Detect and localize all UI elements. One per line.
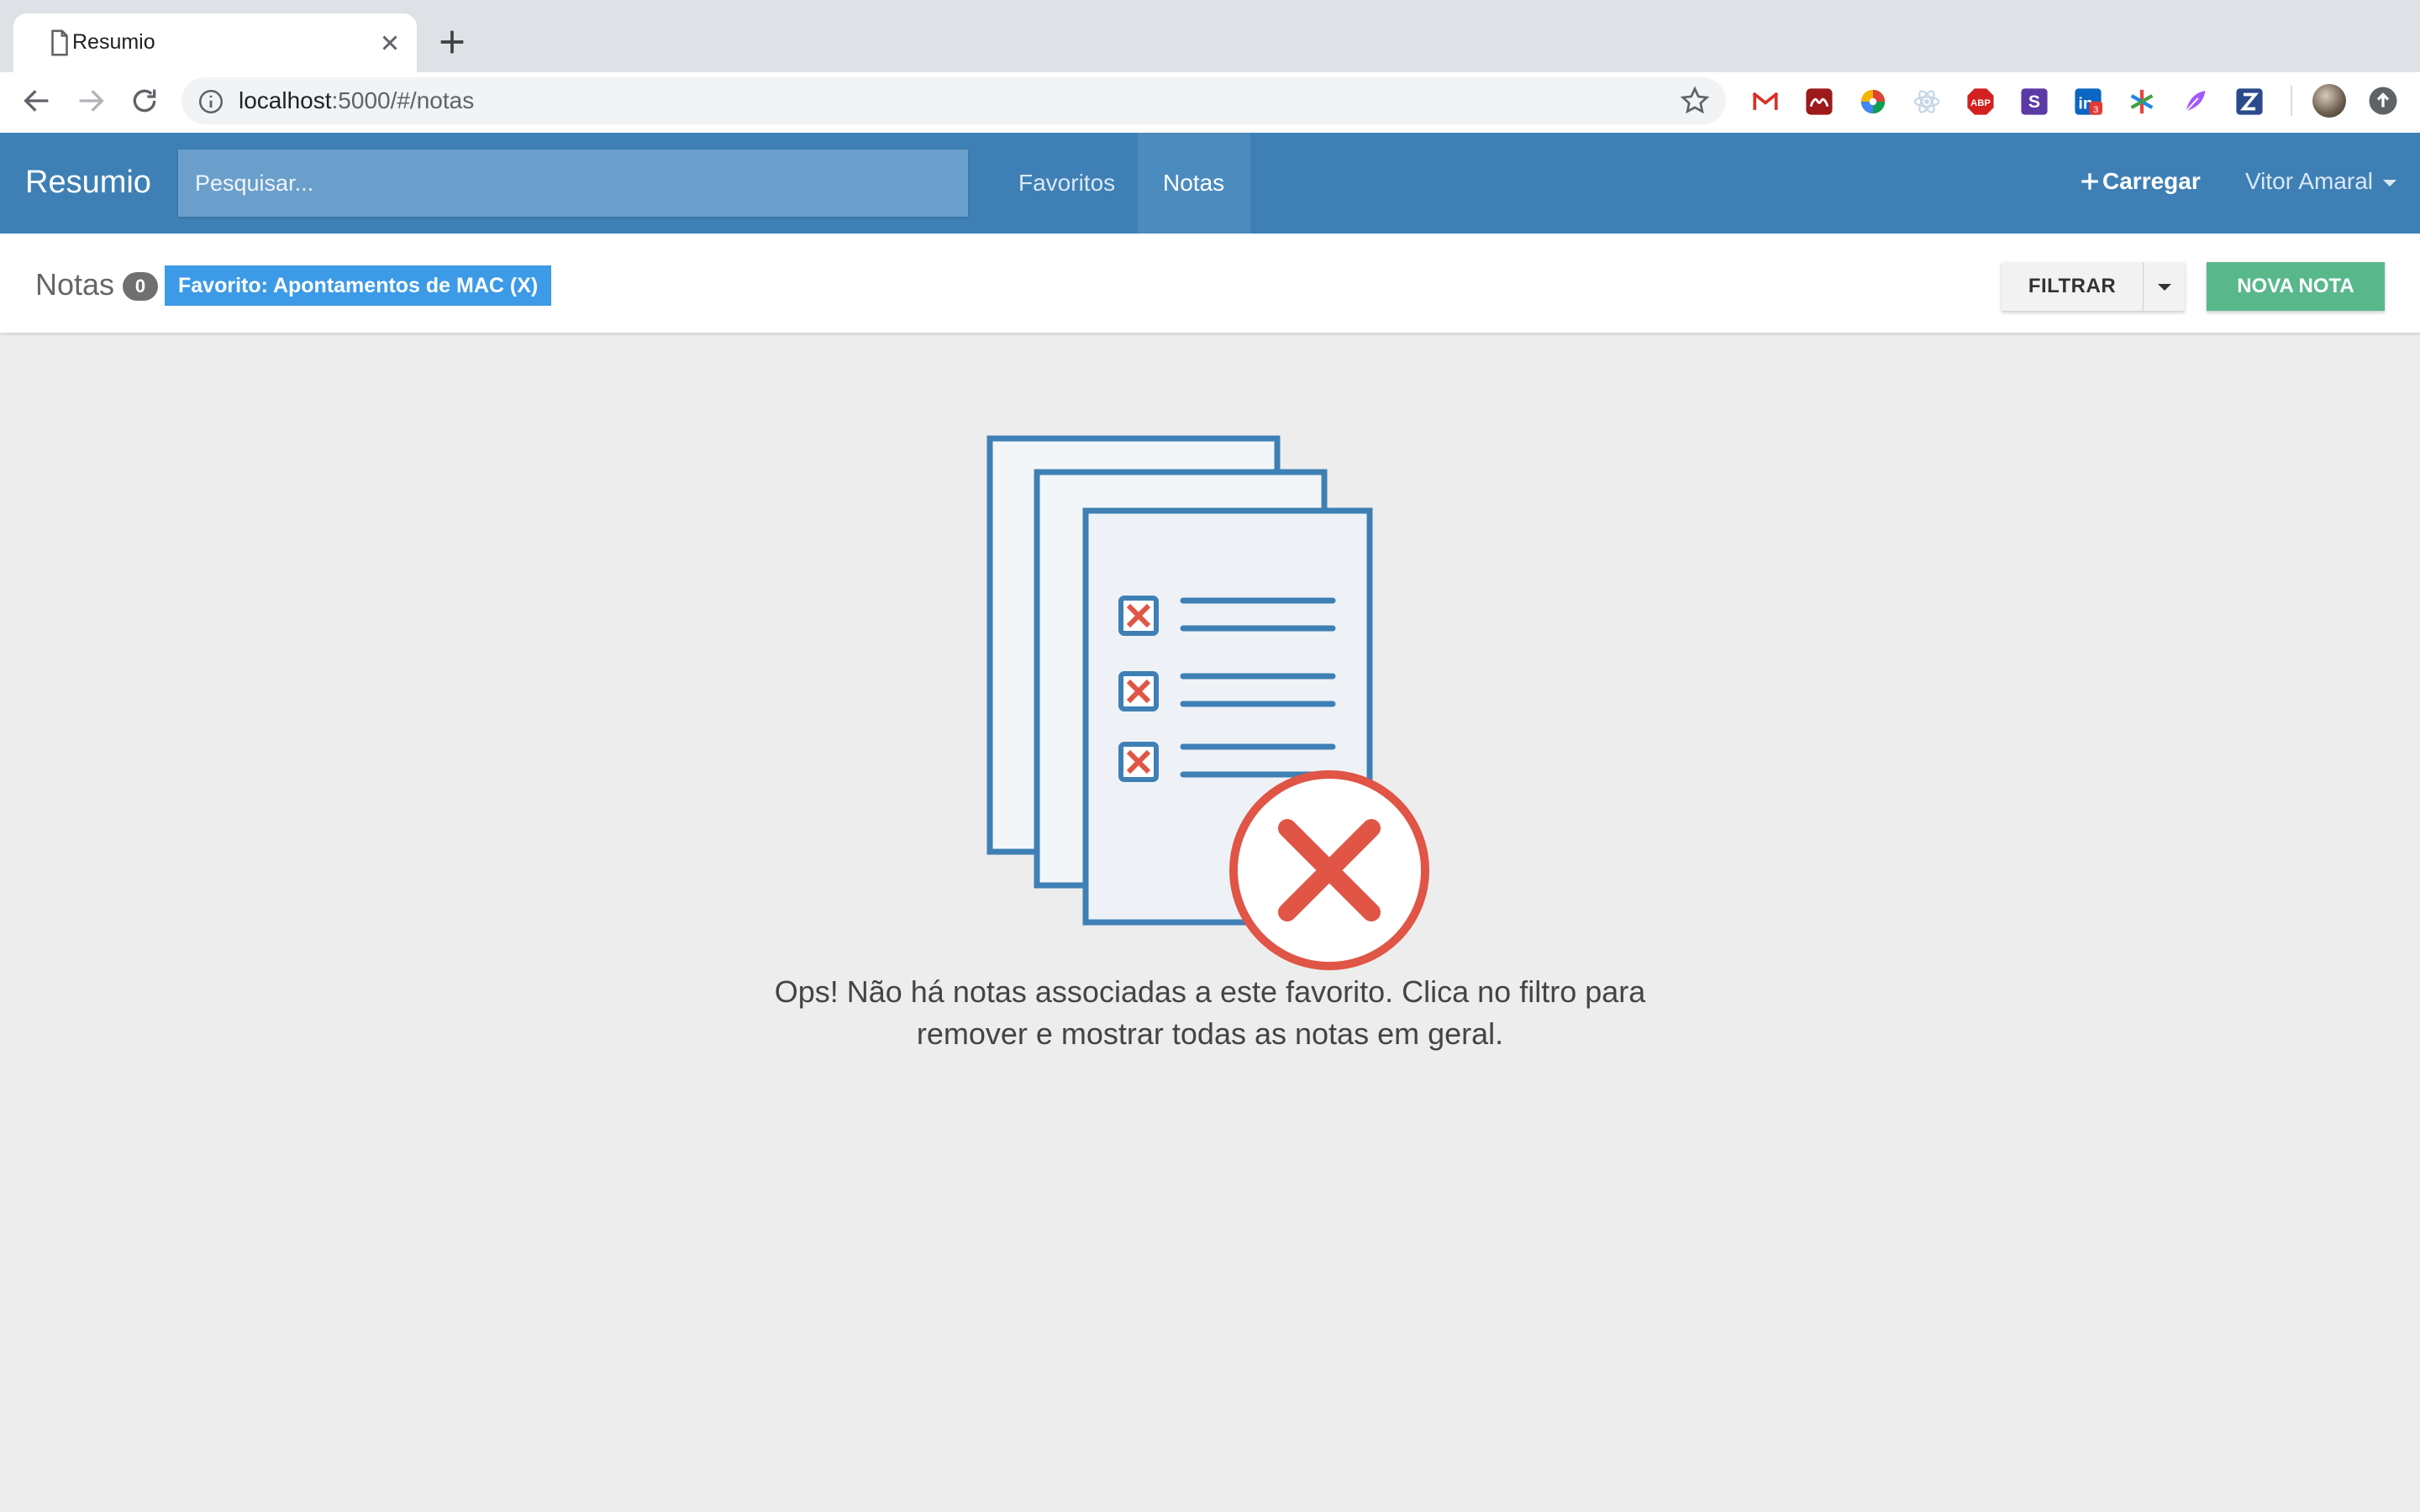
- url-text[interactable]: localhost:5000/#/notas: [239, 87, 474, 114]
- tab-title: Resumio: [72, 30, 155, 54]
- chevron-down-icon: [2383, 179, 2396, 186]
- reload-icon[interactable]: [128, 84, 161, 118]
- forward-arrow-icon[interactable]: [74, 84, 108, 118]
- filter-button-group: FILTRAR: [2002, 262, 2185, 311]
- new-note-button[interactable]: NOVA NOTA: [2207, 262, 2385, 311]
- mendeley-icon[interactable]: [1805, 87, 1833, 116]
- profile-avatar[interactable]: [2312, 84, 2346, 118]
- checkbox-x-icon: [1118, 671, 1159, 711]
- filter-button[interactable]: FILTRAR: [2002, 262, 2143, 311]
- browser-tab[interactable]: Resumio: [13, 13, 417, 72]
- linkedin-icon[interactable]: in 3: [2074, 87, 2102, 116]
- empty-state-message: Ops! Não há notas associadas a este favo…: [774, 974, 1646, 1051]
- upload-button[interactable]: Carregar: [2079, 168, 2201, 195]
- react-devtools-icon[interactable]: [1912, 87, 1941, 116]
- app-brand[interactable]: Resumio: [25, 165, 151, 201]
- close-tab-icon[interactable]: [375, 28, 405, 58]
- color-wheel-icon[interactable]: [1859, 87, 1887, 116]
- linkedin-badge: 3: [2093, 105, 2098, 115]
- adblock-plus-icon[interactable]: ABP: [1966, 87, 1995, 116]
- checkbox-x-icon: [1118, 596, 1159, 636]
- notes-count-badge: 0: [123, 272, 158, 301]
- checkbox-x-icon: [1118, 742, 1159, 782]
- nav-notes[interactable]: Notas: [1138, 133, 1250, 234]
- s-extension-icon[interactable]: S: [2020, 87, 2049, 116]
- empty-notes-illustration: [986, 435, 1429, 970]
- page-title: Notas: [35, 267, 115, 302]
- upload-label: Carregar: [2102, 168, 2201, 194]
- toolbar-separator: [2291, 86, 2292, 116]
- user-name: Vitor Amaral: [2245, 168, 2373, 194]
- user-menu[interactable]: Vitor Amaral: [2245, 168, 2396, 195]
- asterisk-extension-icon[interactable]: [2128, 87, 2156, 116]
- favorite-filter-tag[interactable]: Favorito: Apontamentos de MAC (X): [165, 265, 552, 306]
- site-info-icon[interactable]: [197, 87, 225, 116]
- caret-down-icon: [2158, 284, 2171, 291]
- svg-text:S: S: [2028, 92, 2040, 112]
- z-extension-icon[interactable]: [2235, 87, 2264, 116]
- update-icon[interactable]: [2368, 86, 2398, 116]
- search-input[interactable]: [178, 150, 968, 217]
- url-host: localhost: [239, 87, 332, 113]
- plus-icon: [2081, 173, 2098, 190]
- nav-favorites[interactable]: Favoritos: [993, 133, 1140, 234]
- url-path: :5000/#/notas: [331, 87, 475, 113]
- svg-text:ABP: ABP: [1970, 98, 1991, 108]
- filter-dropdown-toggle[interactable]: [2143, 262, 2185, 311]
- feather-extension-icon[interactable]: [2181, 87, 2210, 116]
- bookmark-star-icon[interactable]: [1679, 85, 1711, 117]
- gmail-icon[interactable]: [1751, 87, 1780, 116]
- back-arrow-icon[interactable]: [20, 84, 54, 118]
- document-icon: [51, 29, 68, 56]
- new-tab-icon[interactable]: [435, 25, 469, 59]
